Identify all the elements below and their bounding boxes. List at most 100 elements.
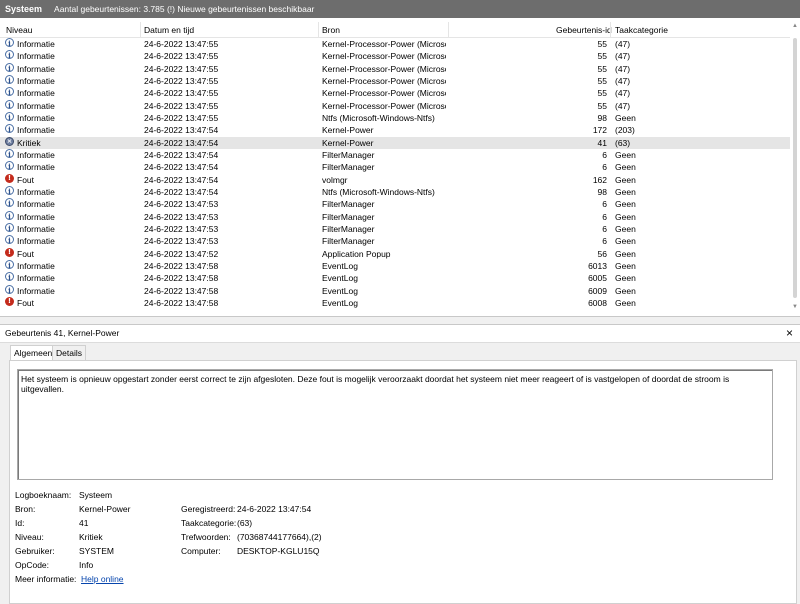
event-row[interactable]: ! Fout 24-6-2022 13:47:58 EventLog 6008 Geen [0, 296, 790, 309]
info-icon: i [5, 111, 14, 122]
event-source: EventLog [322, 285, 358, 296]
tab-general[interactable]: Algemeen [10, 345, 57, 361]
id-label: Id: [15, 518, 25, 528]
event-category: (47) [615, 88, 631, 99]
event-row[interactable]: i Informatie 24-6-2022 13:47:53 FilterManag… [0, 198, 790, 210]
event-category: (47) [615, 39, 631, 49]
event-description-box[interactable]: Het systeem is opnieuw opgestart zonder … [17, 369, 773, 480]
event-category: Geen [615, 248, 636, 259]
event-level: Informatie [17, 260, 55, 271]
event-row[interactable]: i Informatie 24-6-2022 13:47:55 Ntfs (Micro… [0, 111, 790, 124]
logname-value[interactable]: Systeem [79, 490, 112, 500]
event-id: 55 [597, 39, 607, 49]
event-row[interactable]: i Informatie 24-6-2022 13:47:55 Kernel-Proc… [0, 62, 790, 75]
event-date: 24-6-2022 13:47:54 [144, 174, 219, 185]
event-date: 24-6-2022 13:47:58 [144, 297, 219, 308]
category-label: Taakcategorie: [181, 518, 237, 528]
info-icon: i [5, 87, 14, 97]
event-source: Kernel-Power [322, 137, 374, 148]
column-divider[interactable] [140, 22, 141, 37]
level-label: Niveau: [15, 532, 44, 542]
event-id: 41 [597, 137, 607, 148]
info-icon: i [5, 284, 14, 295]
event-category: Geen [615, 186, 636, 197]
event-level: Informatie [17, 211, 55, 222]
event-id: 6 [602, 162, 607, 173]
column-header-source[interactable]: Bron [322, 25, 340, 35]
event-row[interactable]: i Informatie 24-6-2022 13:47:58 EventLog 600… [0, 284, 790, 297]
log-title: Systeem [5, 4, 43, 14]
event-level: Informatie [17, 236, 55, 247]
event-date: 24-6-2022 13:47:55 [144, 88, 219, 99]
event-row[interactable]: i Informatie 24-6-2022 13:47:53 FilterManag… [0, 210, 790, 223]
event-id: 6 [602, 223, 607, 234]
event-date: 24-6-2022 13:47:54 [144, 186, 219, 197]
id-value[interactable]: 41 [79, 518, 88, 528]
event-list[interactable]: Niveau Datum en tijd Bron Gebeurtenis-id… [0, 18, 800, 317]
event-row[interactable]: ! Fout 24-6-2022 13:47:52 Application Popup… [0, 247, 790, 260]
event-row[interactable]: i Informatie 24-6-2022 13:47:55 Kernel-Proc… [0, 50, 790, 62]
scroll-up-icon[interactable]: ▲ [792, 23, 798, 29]
event-row[interactable]: i Informatie 24-6-2022 13:47:53 FilterManag… [0, 222, 790, 235]
info-icon: i [5, 185, 14, 196]
column-header-category[interactable]: Taakcategorie [615, 25, 668, 35]
event-row[interactable]: i Informatie 24-6-2022 13:47:54 FilterManag… [0, 148, 790, 161]
event-level: Informatie [17, 39, 55, 49]
user-value[interactable]: SYSTEM [79, 546, 114, 556]
event-row[interactable]: i Informatie 24-6-2022 13:47:54 FilterManag… [0, 161, 790, 173]
column-header-level[interactable]: Niveau [6, 25, 32, 35]
event-row[interactable]: i Informatie 24-6-2022 13:47:53 FilterManag… [0, 235, 790, 247]
level-value[interactable]: Kritiek [79, 532, 103, 542]
event-id: 6 [602, 149, 607, 160]
event-category: (47) [615, 75, 631, 86]
critical-icon: × [5, 136, 14, 146]
column-header-id[interactable]: Gebeurtenis-id [556, 25, 612, 35]
scrollbar-thumb[interactable] [793, 38, 797, 298]
computer-value[interactable]: DESKTOP-KGLU15Q [237, 546, 320, 556]
event-source: Kernel-Processor-Power (Microso... [322, 63, 446, 74]
logged-value[interactable]: 24-6-2022 13:47:54 [237, 504, 311, 514]
column-divider[interactable] [610, 22, 611, 37]
vertical-scrollbar[interactable]: ▲ ▼ [790, 18, 800, 316]
event-id: 6005 [588, 273, 607, 284]
event-row[interactable]: i Informatie 24-6-2022 13:47:54 Kernel-Powe… [0, 124, 790, 136]
event-row[interactable]: i Informatie 24-6-2022 13:47:55 Kernel-Proc… [0, 87, 790, 99]
event-row[interactable]: i Informatie 24-6-2022 13:47:55 Kernel-Proc… [0, 99, 790, 112]
keywords-label: Trefwoorden: [181, 532, 231, 542]
event-id: 55 [597, 75, 607, 86]
column-divider[interactable] [448, 22, 449, 37]
event-row[interactable]: i Informatie 24-6-2022 13:47:55 Kernel-Proc… [0, 38, 790, 50]
column-divider[interactable] [318, 22, 319, 37]
event-level: Fout [17, 248, 35, 259]
close-icon[interactable]: × [786, 326, 793, 340]
event-row[interactable]: i Informatie 24-6-2022 13:47:58 EventLog 601… [0, 259, 790, 272]
event-row[interactable]: i Informatie 24-6-2022 13:47:55 Kernel-Proc… [0, 74, 790, 87]
event-id: 55 [597, 63, 607, 74]
tab-details[interactable]: Details [52, 345, 86, 360]
event-date: 24-6-2022 13:47:53 [144, 211, 219, 222]
source-label: Bron: [15, 504, 36, 514]
opcode-value[interactable]: Info [79, 560, 93, 570]
event-source: Kernel-Power [322, 125, 374, 136]
keywords-value[interactable]: (70368744177664),(2) [237, 532, 322, 542]
source-value[interactable]: Kernel-Power [79, 504, 131, 514]
opcode-label: OpCode: [15, 560, 50, 570]
category-value[interactable]: (63) [237, 518, 252, 528]
scroll-down-icon[interactable]: ▼ [792, 304, 798, 310]
event-row[interactable]: i Informatie 24-6-2022 13:47:58 EventLog 600… [0, 272, 790, 284]
event-category: Geen [615, 162, 636, 173]
help-online-link[interactable]: Help online [81, 574, 124, 584]
event-row[interactable]: i Informatie 24-6-2022 13:47:54 Ntfs (Micro… [0, 185, 790, 198]
moreinfo-label: Meer informatie: [15, 574, 77, 584]
event-row[interactable]: × Kritiek 24-6-2022 13:47:54 Kernel-Power 41… [0, 136, 790, 149]
event-category: Geen [615, 149, 636, 160]
event-count-info[interactable]: Aantal gebeurtenissen: 3.785 (!) Nieuwe … [42, 4, 314, 14]
event-source: FilterManager [322, 236, 375, 247]
event-source: EventLog [322, 260, 358, 271]
event-date: 24-6-2022 13:47:55 [144, 100, 219, 111]
column-header-date[interactable]: Datum en tijd [144, 25, 194, 35]
event-level: Informatie [17, 75, 55, 86]
info-icon: i [5, 148, 14, 159]
event-level: Informatie [17, 186, 55, 197]
event-row[interactable]: ! Fout 24-6-2022 13:47:54 volmgr 162 Geen [0, 173, 790, 186]
